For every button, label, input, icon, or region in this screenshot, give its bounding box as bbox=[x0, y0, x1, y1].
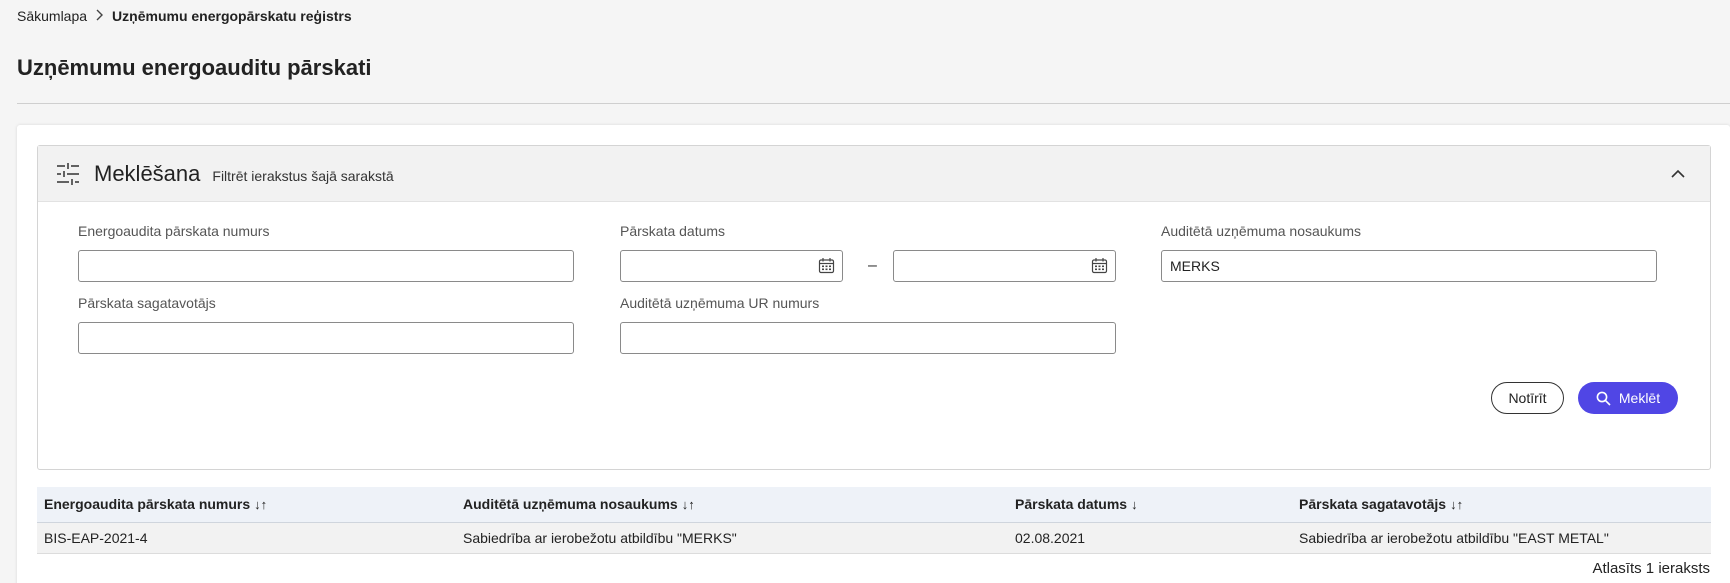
table-row[interactable]: BIS-EAP-2021-4 Sabiedrība ar ierobežotu … bbox=[37, 522, 1711, 554]
search-button-label: Meklēt bbox=[1618, 390, 1661, 406]
report-number-input[interactable] bbox=[78, 250, 574, 282]
chevron-right-icon bbox=[95, 9, 104, 24]
search-subtitle: Filtrēt ierakstus šajā sarakstā bbox=[212, 167, 394, 184]
column-header-label: Pārskata sagatavotājs bbox=[1299, 496, 1447, 513]
sort-icon[interactable]: ↓↑ bbox=[254, 497, 267, 512]
title-divider bbox=[17, 103, 1730, 104]
cell-company-name: Sabiedrība ar ierobežotu atbildību "MERK… bbox=[456, 522, 1008, 554]
cell-preparer: Sabiedrība ar ierobežotu atbildību "EAST… bbox=[1292, 522, 1711, 554]
search-button[interactable]: Meklēt bbox=[1578, 382, 1678, 414]
search-panel: Meklēšana Filtrēt ierakstus šajā sarakst… bbox=[37, 145, 1711, 470]
search-title: Meklēšana bbox=[94, 160, 201, 186]
report-number-label: Energoaudita pārskata numurs bbox=[78, 223, 270, 239]
column-header-report-number[interactable]: Energoaudita pārskata numurs ↓↑ bbox=[37, 487, 456, 523]
company-name-input[interactable] bbox=[1161, 250, 1657, 282]
page-title: Uzņēmumu energoauditu pārskati bbox=[17, 55, 372, 80]
date-range-separator: – bbox=[868, 257, 877, 274]
breadcrumb: Sākumlapa Uzņēmumu energopārskatu reģist… bbox=[17, 8, 352, 24]
calendar-icon[interactable] bbox=[818, 257, 835, 274]
search-icon bbox=[1596, 391, 1611, 406]
sort-icon[interactable]: ↓↑ bbox=[682, 497, 695, 512]
clear-button[interactable]: Notīrīt bbox=[1491, 382, 1564, 414]
breadcrumb-current: Uzņēmumu energopārskatu reģistrs bbox=[112, 8, 352, 24]
cell-report-date: 02.08.2021 bbox=[1008, 522, 1292, 554]
column-header-label: Pārskata datums bbox=[1015, 496, 1128, 513]
sliders-icon bbox=[57, 162, 79, 185]
result-count: Atlasīts 1 ieraksts bbox=[1592, 560, 1710, 577]
date-from-input[interactable] bbox=[620, 250, 843, 282]
column-header-preparer[interactable]: Pārskata sagatavotājs ↓↑ bbox=[1292, 487, 1711, 523]
cell-report-number: BIS-EAP-2021-4 bbox=[37, 522, 456, 554]
date-to-input[interactable] bbox=[893, 250, 1116, 282]
calendar-icon[interactable] bbox=[1091, 257, 1108, 274]
search-panel-header[interactable]: Meklēšana Filtrēt ierakstus šajā sarakst… bbox=[38, 146, 1710, 202]
sort-icon[interactable]: ↓ bbox=[1131, 497, 1138, 512]
breadcrumb-home-link[interactable]: Sākumlapa bbox=[17, 8, 87, 24]
column-header-label: Auditētā uzņēmuma nosaukums bbox=[463, 496, 678, 513]
table-header-row: Energoaudita pārskata numurs ↓↑ Auditētā … bbox=[37, 487, 1711, 523]
report-date-label: Pārskata datums bbox=[620, 223, 726, 239]
column-header-company-name[interactable]: Auditētā uzņēmuma nosaukums ↓↑ bbox=[456, 487, 1008, 523]
chevron-up-icon[interactable] bbox=[1668, 164, 1688, 184]
company-reg-label: Auditētā uzņēmuma UR numurs bbox=[620, 295, 820, 311]
results-table: Energoaudita pārskata numurs ↓↑ Auditētā … bbox=[37, 487, 1711, 554]
column-header-report-date[interactable]: Pārskata datums ↓ bbox=[1008, 487, 1292, 523]
preparer-input[interactable] bbox=[78, 322, 574, 354]
content-card: Meklēšana Filtrēt ierakstus šajā sarakst… bbox=[17, 125, 1730, 583]
company-name-label: Auditētā uzņēmuma nosaukums bbox=[1161, 223, 1361, 239]
date-from-wrapper bbox=[620, 250, 843, 282]
preparer-label: Pārskata sagatavotājs bbox=[78, 295, 216, 311]
sort-icon[interactable]: ↓↑ bbox=[1450, 497, 1463, 512]
date-to-wrapper bbox=[893, 250, 1116, 282]
company-reg-input[interactable] bbox=[620, 322, 1116, 354]
column-header-label: Energoaudita pārskata numurs bbox=[44, 496, 251, 513]
